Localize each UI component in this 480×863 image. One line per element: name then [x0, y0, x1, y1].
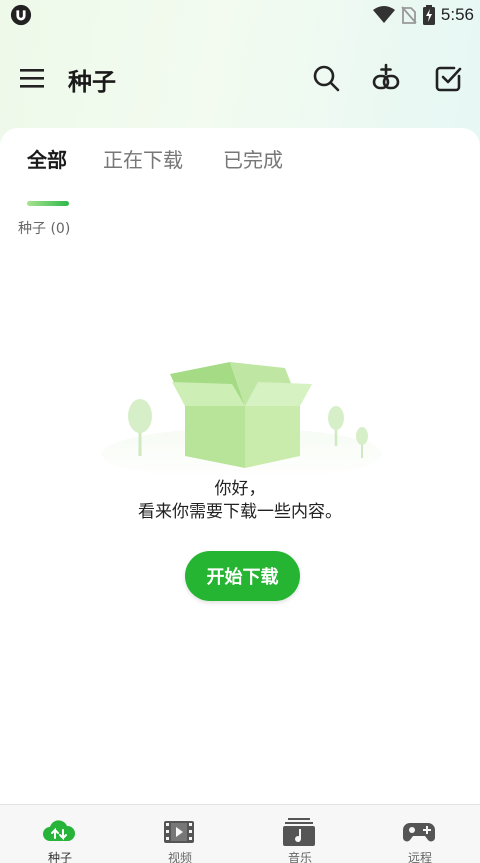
status-time: 5:56	[440, 5, 474, 24]
no-sim-icon	[401, 6, 417, 24]
select-checkbox-icon[interactable]	[433, 62, 465, 94]
active-tab-indicator	[27, 201, 69, 206]
cloud-transfer-icon	[43, 820, 76, 841]
torrent-count-label: 种子 (0)	[18, 221, 71, 237]
bottom-navigation: 种子 视频 音乐 远程	[0, 804, 480, 863]
page-title: 种子	[68, 68, 116, 96]
tab-bar: 全部 正在下载 已完成	[0, 144, 480, 206]
empty-box-illustration	[102, 362, 382, 476]
tab-completed[interactable]: 已完成	[223, 144, 283, 173]
search-icon[interactable]	[310, 62, 342, 94]
battery-charging-icon	[422, 5, 435, 25]
wifi-icon	[372, 6, 395, 23]
toolbar: 种子	[0, 50, 480, 106]
nav-item-torrents[interactable]: 种子	[0, 805, 120, 863]
main-content: 全部 正在下载 已完成 种子 (0) 你好， 看来你需要下载一些内容。 开始下载	[0, 128, 480, 804]
empty-state-greeting: 你好，	[214, 479, 266, 499]
nav-label-remote: 远程	[407, 851, 432, 863]
empty-state-description: 看来你需要下载一些内容。	[138, 502, 342, 522]
tab-all[interactable]: 全部	[27, 144, 67, 173]
start-download-button[interactable]: 开始下载	[185, 551, 300, 601]
add-link-icon[interactable]	[371, 62, 403, 94]
nav-label-music: 音乐	[287, 851, 312, 863]
gamepad-icon	[403, 823, 435, 842]
nav-item-video[interactable]: 视频	[120, 805, 240, 863]
empty-state-message: 你好， 看来你需要下载一些内容。	[0, 478, 480, 524]
nav-label-torrents: 种子	[47, 851, 72, 863]
film-icon	[164, 821, 194, 843]
nav-label-video: 视频	[167, 851, 192, 863]
status-bar: 5:56	[0, 0, 480, 30]
utorrent-logo-icon	[10, 4, 32, 26]
nav-item-remote[interactable]: 远程	[360, 805, 480, 863]
menu-icon[interactable]	[18, 64, 48, 92]
tab-downloading[interactable]: 正在下载	[103, 144, 183, 173]
music-icon	[283, 818, 315, 846]
nav-item-music[interactable]: 音乐	[240, 805, 360, 863]
